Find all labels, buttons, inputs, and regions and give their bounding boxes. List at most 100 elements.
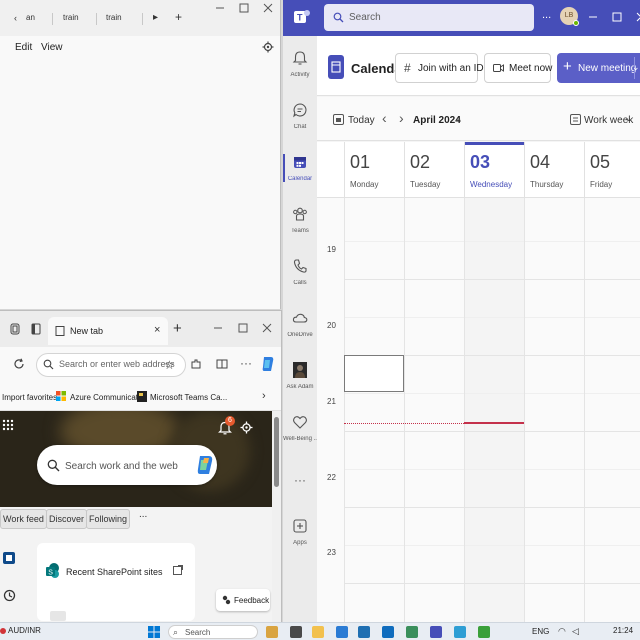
start-icon[interactable] [148, 626, 160, 638]
day-column-header[interactable]: 05 Friday [584, 142, 640, 198]
rail-item-activity[interactable]: Activity [283, 50, 317, 98]
app-icon[interactable] [478, 626, 490, 638]
close-icon[interactable] [635, 11, 640, 23]
current-time-line [344, 423, 464, 424]
chevron-down-icon[interactable]: ⌄ [624, 113, 632, 124]
scrollbar-thumb[interactable] [274, 417, 279, 487]
svg-text:T: T [297, 13, 303, 23]
chevron-right-icon[interactable]: › [262, 390, 266, 402]
chevron-down-icon[interactable]: ⌄ [454, 113, 462, 124]
settings-more-button[interactable]: ... [542, 9, 551, 21]
rail-label: Ask Adam [286, 384, 314, 390]
day-column-header[interactable]: 02 Tuesday [404, 142, 464, 198]
minimize-icon[interactable] [587, 11, 599, 23]
volume-icon[interactable]: ◁ [572, 626, 579, 637]
rail-item-more[interactable]: ··· [283, 472, 317, 520]
copilot-icon[interactable] [196, 454, 214, 476]
file-explorer-icon[interactable] [312, 626, 324, 638]
new-meeting-button[interactable]: + New meeting [557, 53, 640, 83]
wifi-icon[interactable]: ◠ [558, 626, 566, 637]
maximize-icon[interactable] [237, 322, 249, 334]
sharepoint-card[interactable] [37, 543, 195, 621]
copilot-icon[interactable] [261, 355, 275, 373]
selected-time-slot[interactable] [344, 355, 404, 392]
store-icon[interactable] [358, 626, 370, 638]
widgets-icon[interactable] [266, 626, 278, 638]
language-indicator[interactable]: ENG [532, 627, 549, 636]
today-column [464, 198, 524, 622]
new-tab-plus-icon[interactable]: + [173, 320, 182, 337]
close-icon[interactable] [261, 322, 273, 334]
teams-logo-icon[interactable]: T [293, 8, 311, 26]
clock[interactable]: 21:24 [613, 626, 633, 635]
chevron-right-icon[interactable]: ▸ [153, 12, 158, 24]
maximize-icon[interactable] [611, 11, 623, 23]
feed-tab-work[interactable]: Work feed [0, 509, 47, 529]
edge-icon[interactable] [336, 626, 348, 638]
tab-train-1[interactable]: train [63, 13, 79, 25]
favorite-azure[interactable]: Azure Communicati... [70, 393, 146, 402]
day-column-header[interactable]: 01 Monday [344, 142, 404, 198]
today-button[interactable]: Today [348, 115, 375, 126]
rail-item-chat[interactable]: Chat [283, 102, 317, 150]
task-view-icon[interactable] [290, 626, 302, 638]
star-icon[interactable]: ☆ [164, 358, 175, 372]
rail-label: Calls [293, 280, 307, 286]
plus-icon[interactable]: + [175, 10, 182, 24]
rail-item-wellbeing[interactable]: Well-Being ... [283, 414, 317, 462]
more-icon[interactable]: ··· [240, 356, 252, 370]
favorite-import[interactable]: Import favorites [2, 393, 57, 402]
workspaces-icon[interactable] [9, 323, 21, 335]
clock-icon[interactable] [3, 589, 16, 602]
app-launcher-icon[interactable] [2, 419, 14, 431]
app-icon[interactable] [454, 626, 466, 638]
minimize-icon[interactable] [212, 322, 224, 334]
day-column-header[interactable]: 04 Thursday [524, 142, 584, 198]
hour-line [344, 507, 640, 508]
close-icon[interactable] [262, 2, 274, 14]
hour-label: 20 [327, 321, 336, 330]
bell-icon [292, 50, 308, 66]
tab-train-2[interactable]: train [106, 13, 122, 25]
rail-item-apps[interactable]: Apps [283, 518, 317, 566]
outlook-icon[interactable] [382, 626, 394, 638]
presence-icon [573, 20, 579, 26]
outlook-icon[interactable] [2, 551, 16, 565]
tab-actions-icon[interactable] [30, 323, 42, 335]
chevron-down-icon[interactable]: ⌄ [632, 62, 640, 73]
gear-icon[interactable] [262, 41, 274, 53]
rail-item-calendar[interactable]: Calendar [283, 154, 317, 202]
app-icon[interactable] [406, 626, 418, 638]
minimize-icon[interactable] [214, 2, 226, 14]
feed-tab-discover[interactable]: Discover [46, 509, 88, 529]
gear-icon[interactable] [240, 421, 253, 434]
day-divider [584, 198, 585, 622]
join-with-id-button[interactable]: # Join with an ID [395, 53, 484, 83]
tab-new-tab[interactable] [48, 317, 168, 345]
split-screen-icon[interactable] [216, 358, 228, 370]
meet-now-button[interactable]: Meet now [484, 53, 552, 83]
rail-item-onedrive[interactable]: OneDrive [283, 310, 317, 358]
extensions-icon[interactable] [190, 358, 202, 370]
day-column-header-today[interactable]: 03 Wednesday [464, 142, 525, 198]
chevron-right-icon[interactable]: › [399, 110, 404, 126]
day-name: Friday [590, 180, 613, 189]
teams-taskbar-icon[interactable] [430, 626, 442, 638]
hour-label: 21 [327, 397, 336, 406]
rail-item-teams[interactable]: Teams [283, 206, 317, 254]
chevron-left-icon[interactable]: ‹ [382, 110, 387, 126]
feed-tab-following[interactable]: Following [86, 509, 131, 529]
video-icon [493, 63, 504, 73]
maximize-icon[interactable] [238, 2, 250, 14]
menu-edit[interactable]: Edit [15, 42, 32, 53]
menu-view[interactable]: View [41, 42, 63, 53]
open-external-icon[interactable] [173, 565, 183, 575]
rail-item-calls[interactable]: Calls [283, 258, 317, 306]
favorite-teams[interactable]: Microsoft Teams Ca... [150, 393, 227, 402]
close-tab-icon[interactable]: × [154, 324, 160, 336]
refresh-icon[interactable] [13, 358, 25, 370]
feed-more-button[interactable]: ... [139, 509, 147, 520]
currency-widget[interactable]: AUD/INR [8, 626, 41, 635]
rail-item-ask-adam[interactable]: Ask Adam [283, 362, 317, 410]
taskbar-search[interactable]: ⌕ Search [168, 625, 258, 639]
